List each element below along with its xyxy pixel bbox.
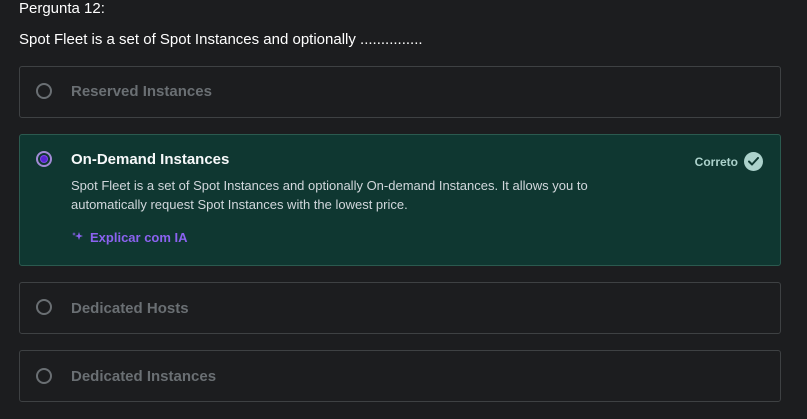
answer-option-reserved-instances[interactable]: Reserved Instances (19, 66, 781, 118)
answer-option-on-demand-instances[interactable]: On-Demand Instances Correto Spot Fleet i… (19, 134, 781, 266)
sparkle-icon (72, 231, 86, 244)
radio-button[interactable] (36, 368, 52, 384)
quiz-question-page: Pergunta 12: Spot Fleet is a set of Spot… (0, 0, 807, 419)
radio-button[interactable] (36, 83, 52, 99)
question-number: Pergunta 12: (19, 0, 105, 17)
answer-option-dedicated-instances[interactable]: Dedicated Instances (19, 350, 781, 402)
answer-option-label: Dedicated Instances (71, 368, 217, 385)
correct-badge: Correto (695, 152, 763, 171)
answer-explanation: Spot Fleet is a set of Spot Instances an… (71, 178, 588, 212)
correct-status-label: Correto (694, 154, 738, 169)
radio-selected-dot (41, 156, 47, 162)
question-text: Spot Fleet is a set of Spot Instances an… (19, 31, 423, 48)
answer-option-label: Dedicated Hosts (71, 300, 189, 317)
explain-with-ai-label: Explicar com IA (90, 230, 188, 245)
answer-option-label: On-Demand Instances (71, 151, 230, 168)
radio-button[interactable] (36, 299, 52, 315)
explain-with-ai-link[interactable]: Explicar com IA (72, 230, 188, 245)
answer-option-label: Reserved Instances (71, 83, 212, 100)
answer-option-dedicated-hosts[interactable]: Dedicated Hosts (19, 282, 781, 334)
radio-button-selected[interactable] (36, 151, 52, 167)
check-circle-icon (744, 152, 763, 171)
